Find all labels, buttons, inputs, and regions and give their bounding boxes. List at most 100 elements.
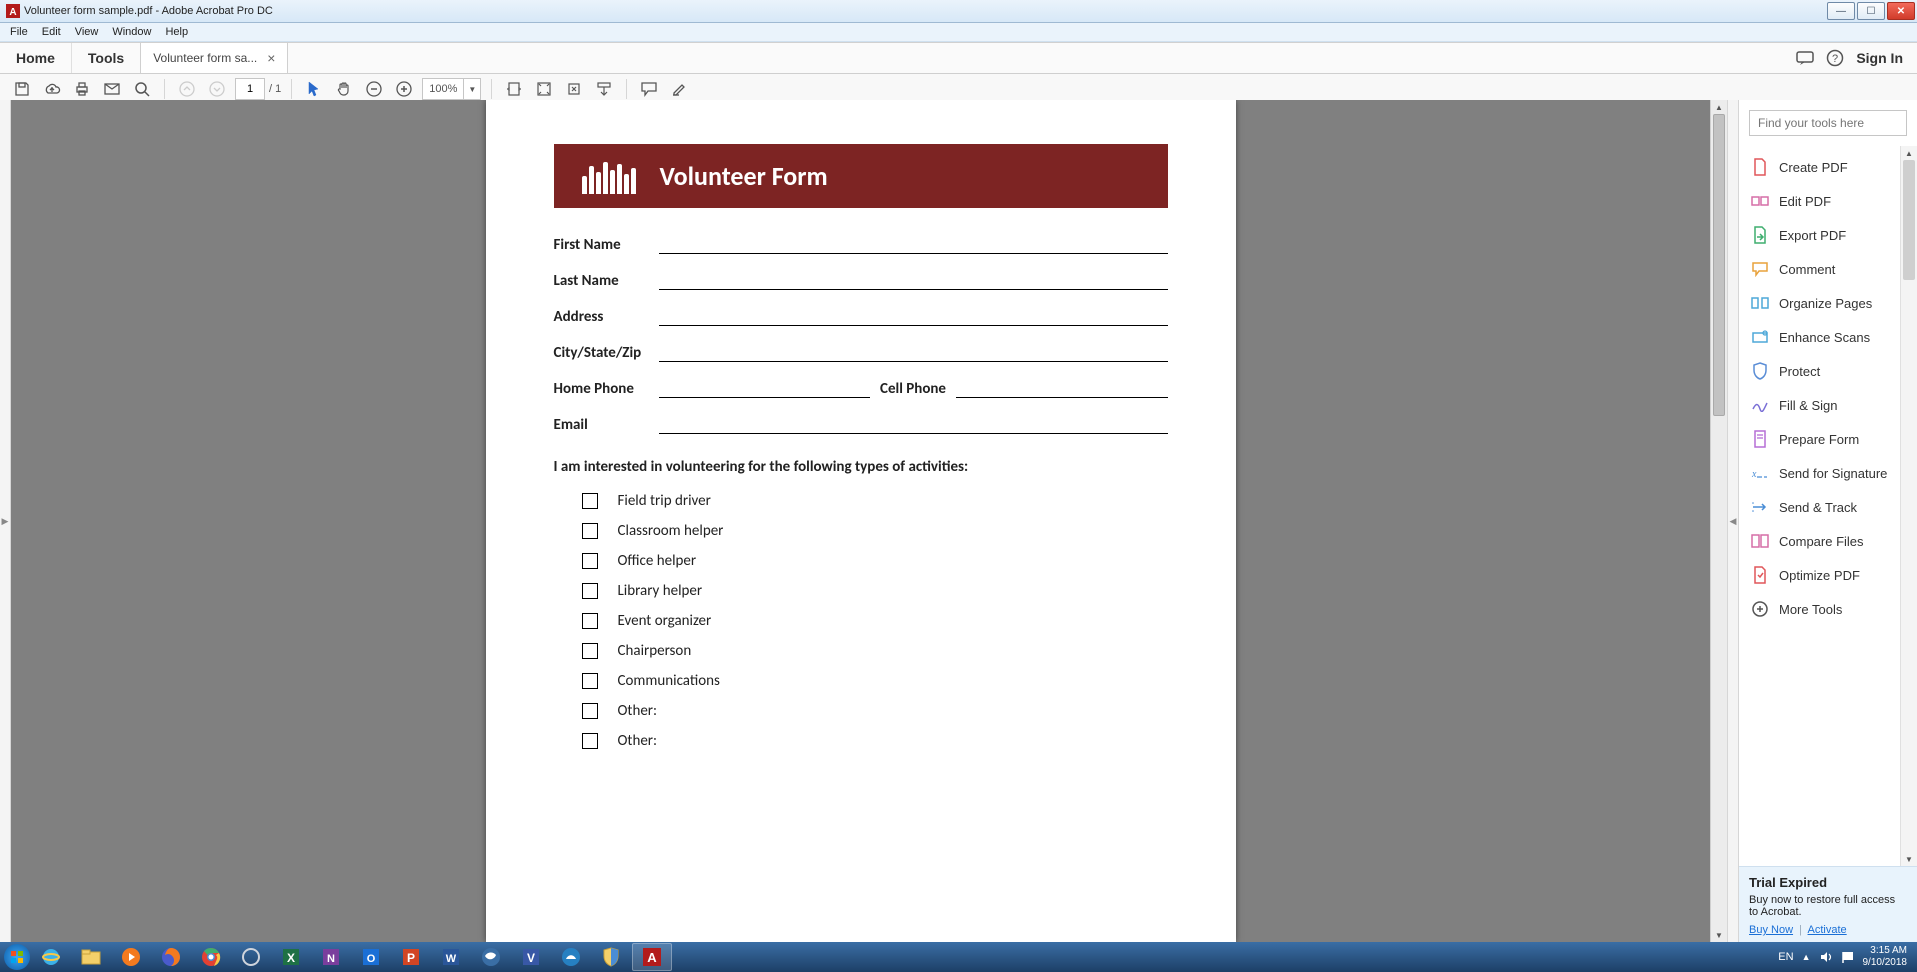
powerpoint-icon[interactable]: P [392,944,430,970]
print-icon[interactable] [70,77,94,101]
minimize-button[interactable]: — [1827,2,1855,20]
ie-icon[interactable] [32,944,70,970]
hand-tool-icon[interactable] [332,77,356,101]
cortana-icon[interactable] [232,944,270,970]
save-icon[interactable] [10,77,34,101]
page-up-icon [175,77,199,101]
maximize-button[interactable]: ☐ [1857,2,1885,20]
zoom-in-icon[interactable] [392,77,416,101]
scroll-down-icon[interactable]: ▼ [1901,852,1917,866]
search-icon[interactable] [130,77,154,101]
tool-fill-sign[interactable]: Fill & Sign [1739,388,1901,422]
tool-organize-pages[interactable]: Organize Pages [1739,286,1901,320]
tools-button[interactable]: Tools [72,43,140,73]
help-icon[interactable]: ? [1826,49,1844,67]
cloud-icon[interactable] [40,77,64,101]
tool-send-signature[interactable]: xSend for Signature [1739,456,1901,490]
fit-page-icon[interactable] [532,77,556,101]
visio-icon[interactable]: V [512,944,550,970]
close-tab-icon[interactable]: × [267,50,275,66]
comment-tool-icon [1751,260,1769,278]
scroll-up-icon[interactable]: ▲ [1711,100,1727,114]
menu-window[interactable]: Window [106,25,157,39]
page-current-input[interactable] [235,78,265,100]
document-viewer[interactable]: Volunteer Form First Name Last Name Addr… [11,100,1710,942]
page-down-icon [205,77,229,101]
scroll-up-icon[interactable]: ▲ [1901,146,1917,160]
systray-lang[interactable]: EN [1778,951,1793,963]
trial-expired-box: Trial Expired Buy now to restore full ac… [1739,866,1917,942]
document-tab[interactable]: Volunteer form sa... × [140,43,288,73]
menu-file[interactable]: File [4,25,34,39]
tool-label: Prepare Form [1779,432,1859,447]
rotate-icon[interactable] [562,77,586,101]
home-button[interactable]: Home [0,43,72,73]
activity-label: Library helper [618,582,703,600]
scroll-thumb[interactable] [1713,114,1725,416]
tool-comment[interactable]: Comment [1739,252,1901,286]
excel-icon[interactable]: X [272,944,310,970]
tool-send-track[interactable]: Send & Track [1739,490,1901,524]
onenote-icon[interactable]: N [312,944,350,970]
read-mode-icon[interactable] [592,77,616,101]
comment-icon[interactable] [637,77,661,101]
select-tool-icon[interactable] [302,77,326,101]
menu-edit[interactable]: Edit [36,25,67,39]
explorer-icon[interactable] [72,944,110,970]
svg-text:x: x [1751,469,1757,479]
systray-flag-icon[interactable] [1841,950,1855,964]
security-icon[interactable] [592,944,630,970]
tool-export-pdf[interactable]: Export PDF [1739,218,1901,252]
viewer-scrollbar[interactable]: ▲ ▼ [1710,100,1727,942]
nav-pane-toggle[interactable]: ▶ [0,100,11,942]
email-icon[interactable] [100,77,124,101]
highlight-icon[interactable] [667,77,691,101]
chrome-icon[interactable] [192,944,230,970]
interest-heading: I am interested in volunteering for the … [554,458,1168,476]
systray-arrow-icon[interactable]: ▲ [1802,952,1811,962]
tool-protect[interactable]: Protect [1739,354,1901,388]
svg-text:A: A [9,7,16,18]
close-button[interactable]: ✕ [1887,2,1915,20]
zoom-out-icon[interactable] [362,77,386,101]
prepare-form-icon [1751,430,1769,448]
zoom-dropdown-icon[interactable]: ▼ [464,78,481,100]
tools-search-input[interactable] [1749,110,1907,136]
zoom-select[interactable]: 100% ▼ [422,78,481,100]
hands-icon [574,158,644,194]
scroll-thumb[interactable] [1903,160,1915,280]
svg-text:?: ? [1832,53,1838,65]
tool-create-pdf[interactable]: Create PDF [1739,150,1901,184]
tools-scrollbar[interactable]: ▲ ▼ [1900,146,1917,866]
start-button[interactable] [4,944,30,970]
enhance-scans-icon [1751,328,1769,346]
acrobat-taskbar-icon[interactable]: A [632,943,672,971]
tool-edit-pdf[interactable]: Edit PDF [1739,184,1901,218]
outlook-icon[interactable]: O [352,944,390,970]
activate-link[interactable]: Activate [1808,924,1847,936]
systray-clock[interactable]: 3:15 AM 9/10/2018 [1863,945,1908,969]
tool-enhance-scans[interactable]: Enhance Scans [1739,320,1901,354]
word-icon[interactable]: W [432,944,470,970]
openoffice-icon[interactable] [552,944,590,970]
scroll-down-icon[interactable]: ▼ [1711,928,1727,942]
tool-label: Protect [1779,364,1820,379]
fit-width-icon[interactable] [502,77,526,101]
firefox-icon[interactable] [152,944,190,970]
tool-optimize-pdf[interactable]: Optimize PDF [1739,558,1901,592]
buy-now-link[interactable]: Buy Now [1749,924,1793,936]
notifications-icon[interactable] [1796,49,1814,67]
activity-label: Classroom helper [618,522,724,540]
media-player-icon[interactable] [112,944,150,970]
tool-compare-files[interactable]: Compare Files [1739,524,1901,558]
page-total-label: / 1 [269,83,281,95]
tool-prepare-form[interactable]: Prepare Form [1739,422,1901,456]
menu-view[interactable]: View [69,25,105,39]
signin-button[interactable]: Sign In [1856,50,1903,66]
tool-more-tools[interactable]: More Tools [1739,592,1901,626]
task-pane-toggle[interactable]: ◀ [1727,100,1738,942]
field-line [956,381,1168,398]
thunderbird-icon[interactable] [472,944,510,970]
menu-help[interactable]: Help [159,25,194,39]
systray-volume-icon[interactable] [1819,950,1833,964]
